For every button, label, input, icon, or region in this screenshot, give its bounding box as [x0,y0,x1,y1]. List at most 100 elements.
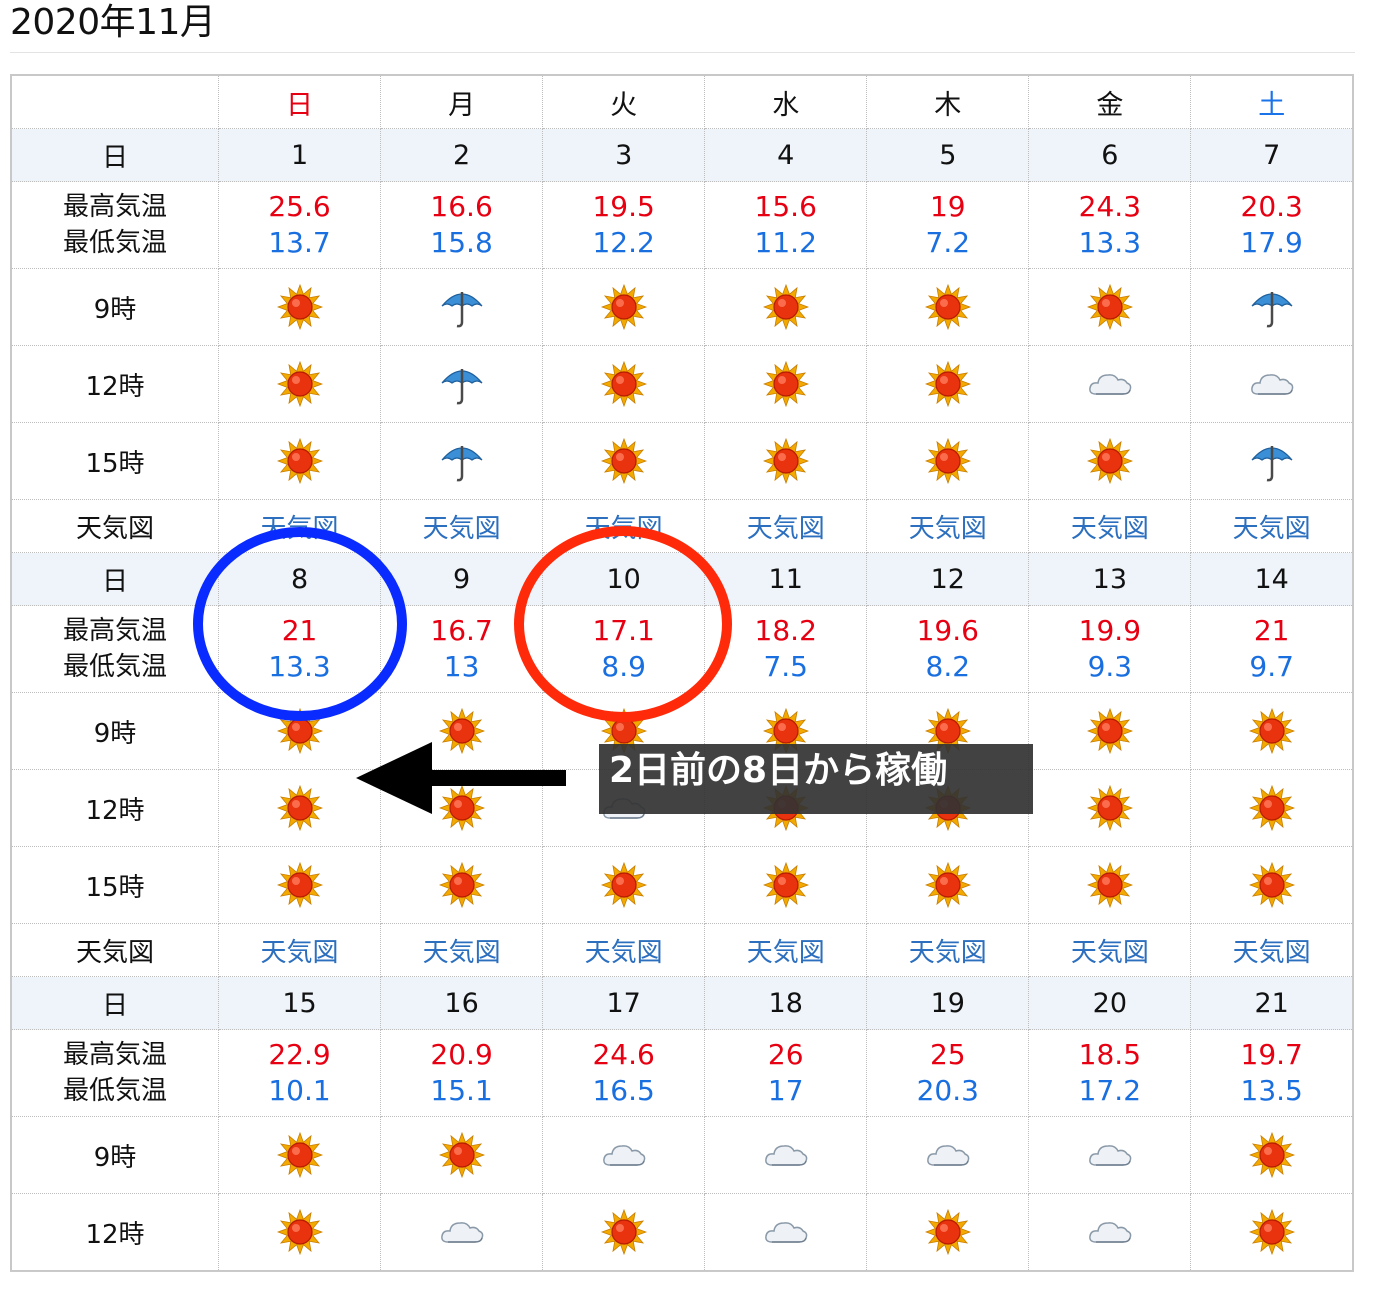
sun-icon [276,1209,323,1255]
weather-map-link[interactable]: 天気図 [1233,938,1311,968]
weather-map-link[interactable]: 天気図 [261,514,339,544]
weekday-header: 木 [866,74,1030,129]
temperature-row: 最高気温 最低気温 25.6 13.7 16.6 15.8 19.5 12.2 15.6 11.2… [10,181,1354,269]
sun-icon [276,284,323,330]
max-temp-value: 19.7 [1240,1038,1303,1071]
sun-icon [600,438,647,484]
temperature-row-label: 最高気温 最低気温 [10,605,219,693]
weather-cell [866,1193,1030,1272]
weather-cell [1028,846,1192,924]
sun-icon [924,361,971,407]
weather-map-cell: 天気図 [866,923,1030,977]
cloud-icon [763,1216,809,1247]
weather-cell [542,268,706,346]
weather-map-link[interactable]: 天気図 [909,938,987,968]
max-temp-value: 21 [1253,614,1290,647]
sun-icon [1248,862,1295,908]
sun-icon [1248,708,1295,754]
weather-map-link[interactable]: 天気図 [261,938,339,968]
day-number: 3 [542,128,706,182]
sun-icon [600,1209,647,1255]
weather-map-link[interactable]: 天気図 [423,938,501,968]
weekday-header: 土 [1190,74,1354,129]
temperature-cell: 18.2 7.5 [704,605,868,693]
temperature-cell: 25 20.3 [866,1029,1030,1117]
weather-map-link[interactable]: 天気図 [909,514,987,544]
date-row-label: 日 [10,552,219,606]
weather-cell [1028,1116,1192,1194]
day-number: 4 [704,128,868,182]
weather-cell [380,268,544,346]
weather-cell [866,268,1030,346]
weather-cell [217,846,382,924]
max-temp-value: 24.3 [1078,190,1142,223]
sun-icon [600,284,647,330]
weather-map-link[interactable]: 天気図 [747,938,825,968]
day-number: 11 [704,552,868,606]
temperature-cell: 26 17 [704,1029,868,1117]
weather-map-link[interactable]: 天気図 [423,514,501,544]
weather-map-link[interactable]: 天気図 [1071,938,1149,968]
bottom-fade [0,1270,1374,1294]
weather-map-link[interactable]: 天気図 [585,938,663,968]
weather-cell [704,422,868,500]
temperature-row: 最高気温 最低気温 21 13.3 16.7 13 17.1 8.9 18.2 7.5 19.6 8.… [10,605,1354,693]
min-temp-value: 13.5 [1240,1074,1303,1107]
max-temp-value: 21 [281,614,318,647]
max-temp-label: 最高気温 [62,616,167,646]
temperature-cell: 25.6 13.7 [217,181,382,269]
sun-icon [924,708,971,754]
min-temp-value: 9.3 [1087,650,1133,683]
cloud-icon [601,1139,647,1170]
weather-cell [704,345,868,423]
weather-cell [704,268,868,346]
hour-label: 9時 [10,692,219,770]
temperature-cell: 15.6 11.2 [704,181,868,269]
day-number: 13 [1028,552,1192,606]
weather-cell [1028,422,1192,500]
sun-icon [1248,785,1295,831]
weather-map-link[interactable]: 天気図 [747,514,825,544]
page-title: 2020年11月 [10,2,216,43]
weather-cell [542,846,706,924]
day-number: 6 [1028,128,1192,182]
temperature-cell: 16.6 15.8 [380,181,544,269]
min-temp-value: 12.2 [592,226,655,259]
temperature-cell: 16.7 13 [380,605,544,693]
weather-cell [704,1193,868,1272]
weather-map-link[interactable]: 天気図 [1233,514,1311,544]
weather-map-link[interactable]: 天気図 [585,514,663,544]
weather-map-row-label: 天気図 [10,499,219,553]
date-row: 日 8 9 10 11 12 13 14 [10,552,1354,606]
temperature-row: 最高気温 最低気温 22.9 10.1 20.9 15.1 24.6 16.5 26 17 25 20… [10,1029,1354,1117]
weather-cell [1190,345,1354,423]
hour-label: 12時 [10,1193,219,1272]
weather-cell [1190,1116,1354,1194]
min-temp-label: 最低気温 [62,228,167,258]
weather-row-h12: 12時 [10,1193,1354,1272]
weather-map-row: 天気図 天気図 天気図 天気図 天気図 天気図 天気図 天気図 [10,923,1354,977]
weather-map-cell: 天気図 [542,923,706,977]
weather-cell [866,345,1030,423]
day-number: 2 [380,128,544,182]
weather-cell [542,422,706,500]
day-number: 20 [1028,976,1192,1030]
cloud-icon [763,1139,809,1170]
temperature-cell: 19 7.2 [866,181,1030,269]
day-number: 19 [866,976,1030,1030]
hour-label: 15時 [10,422,219,500]
min-temp-value: 8.9 [601,650,646,683]
sun-icon [924,284,971,330]
weather-cell [380,1116,544,1194]
weather-map-link[interactable]: 天気図 [1071,514,1149,544]
date-row-label: 日 [10,976,219,1030]
min-temp-label: 最低気温 [62,652,167,682]
min-temp-value: 10.1 [268,1074,331,1107]
date-row: 日1234567 [10,128,1354,182]
sun-icon [276,862,323,908]
weather-cell [1190,692,1354,770]
weather-cell [380,345,544,423]
min-temp-value: 20.3 [916,1074,979,1107]
weather-cell [380,769,544,847]
weather-cell [380,422,544,500]
